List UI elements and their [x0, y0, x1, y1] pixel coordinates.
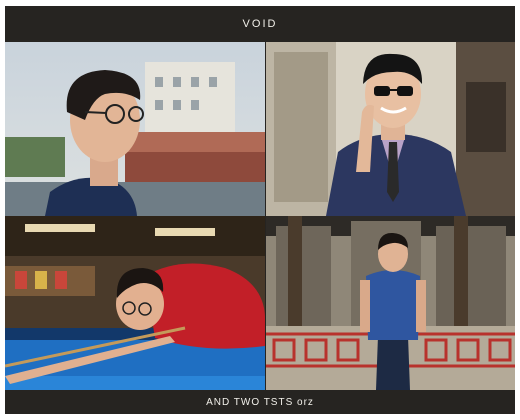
photo-temple [266, 216, 515, 390]
photo-suit [266, 42, 515, 216]
photo-billiards [5, 216, 265, 390]
photo-collage: VOID AND TWO TSTS orz [5, 6, 515, 414]
collage-caption: AND TWO TSTS orz [206, 396, 314, 408]
photo-profile [5, 42, 265, 216]
collage-title: VOID [242, 18, 278, 30]
